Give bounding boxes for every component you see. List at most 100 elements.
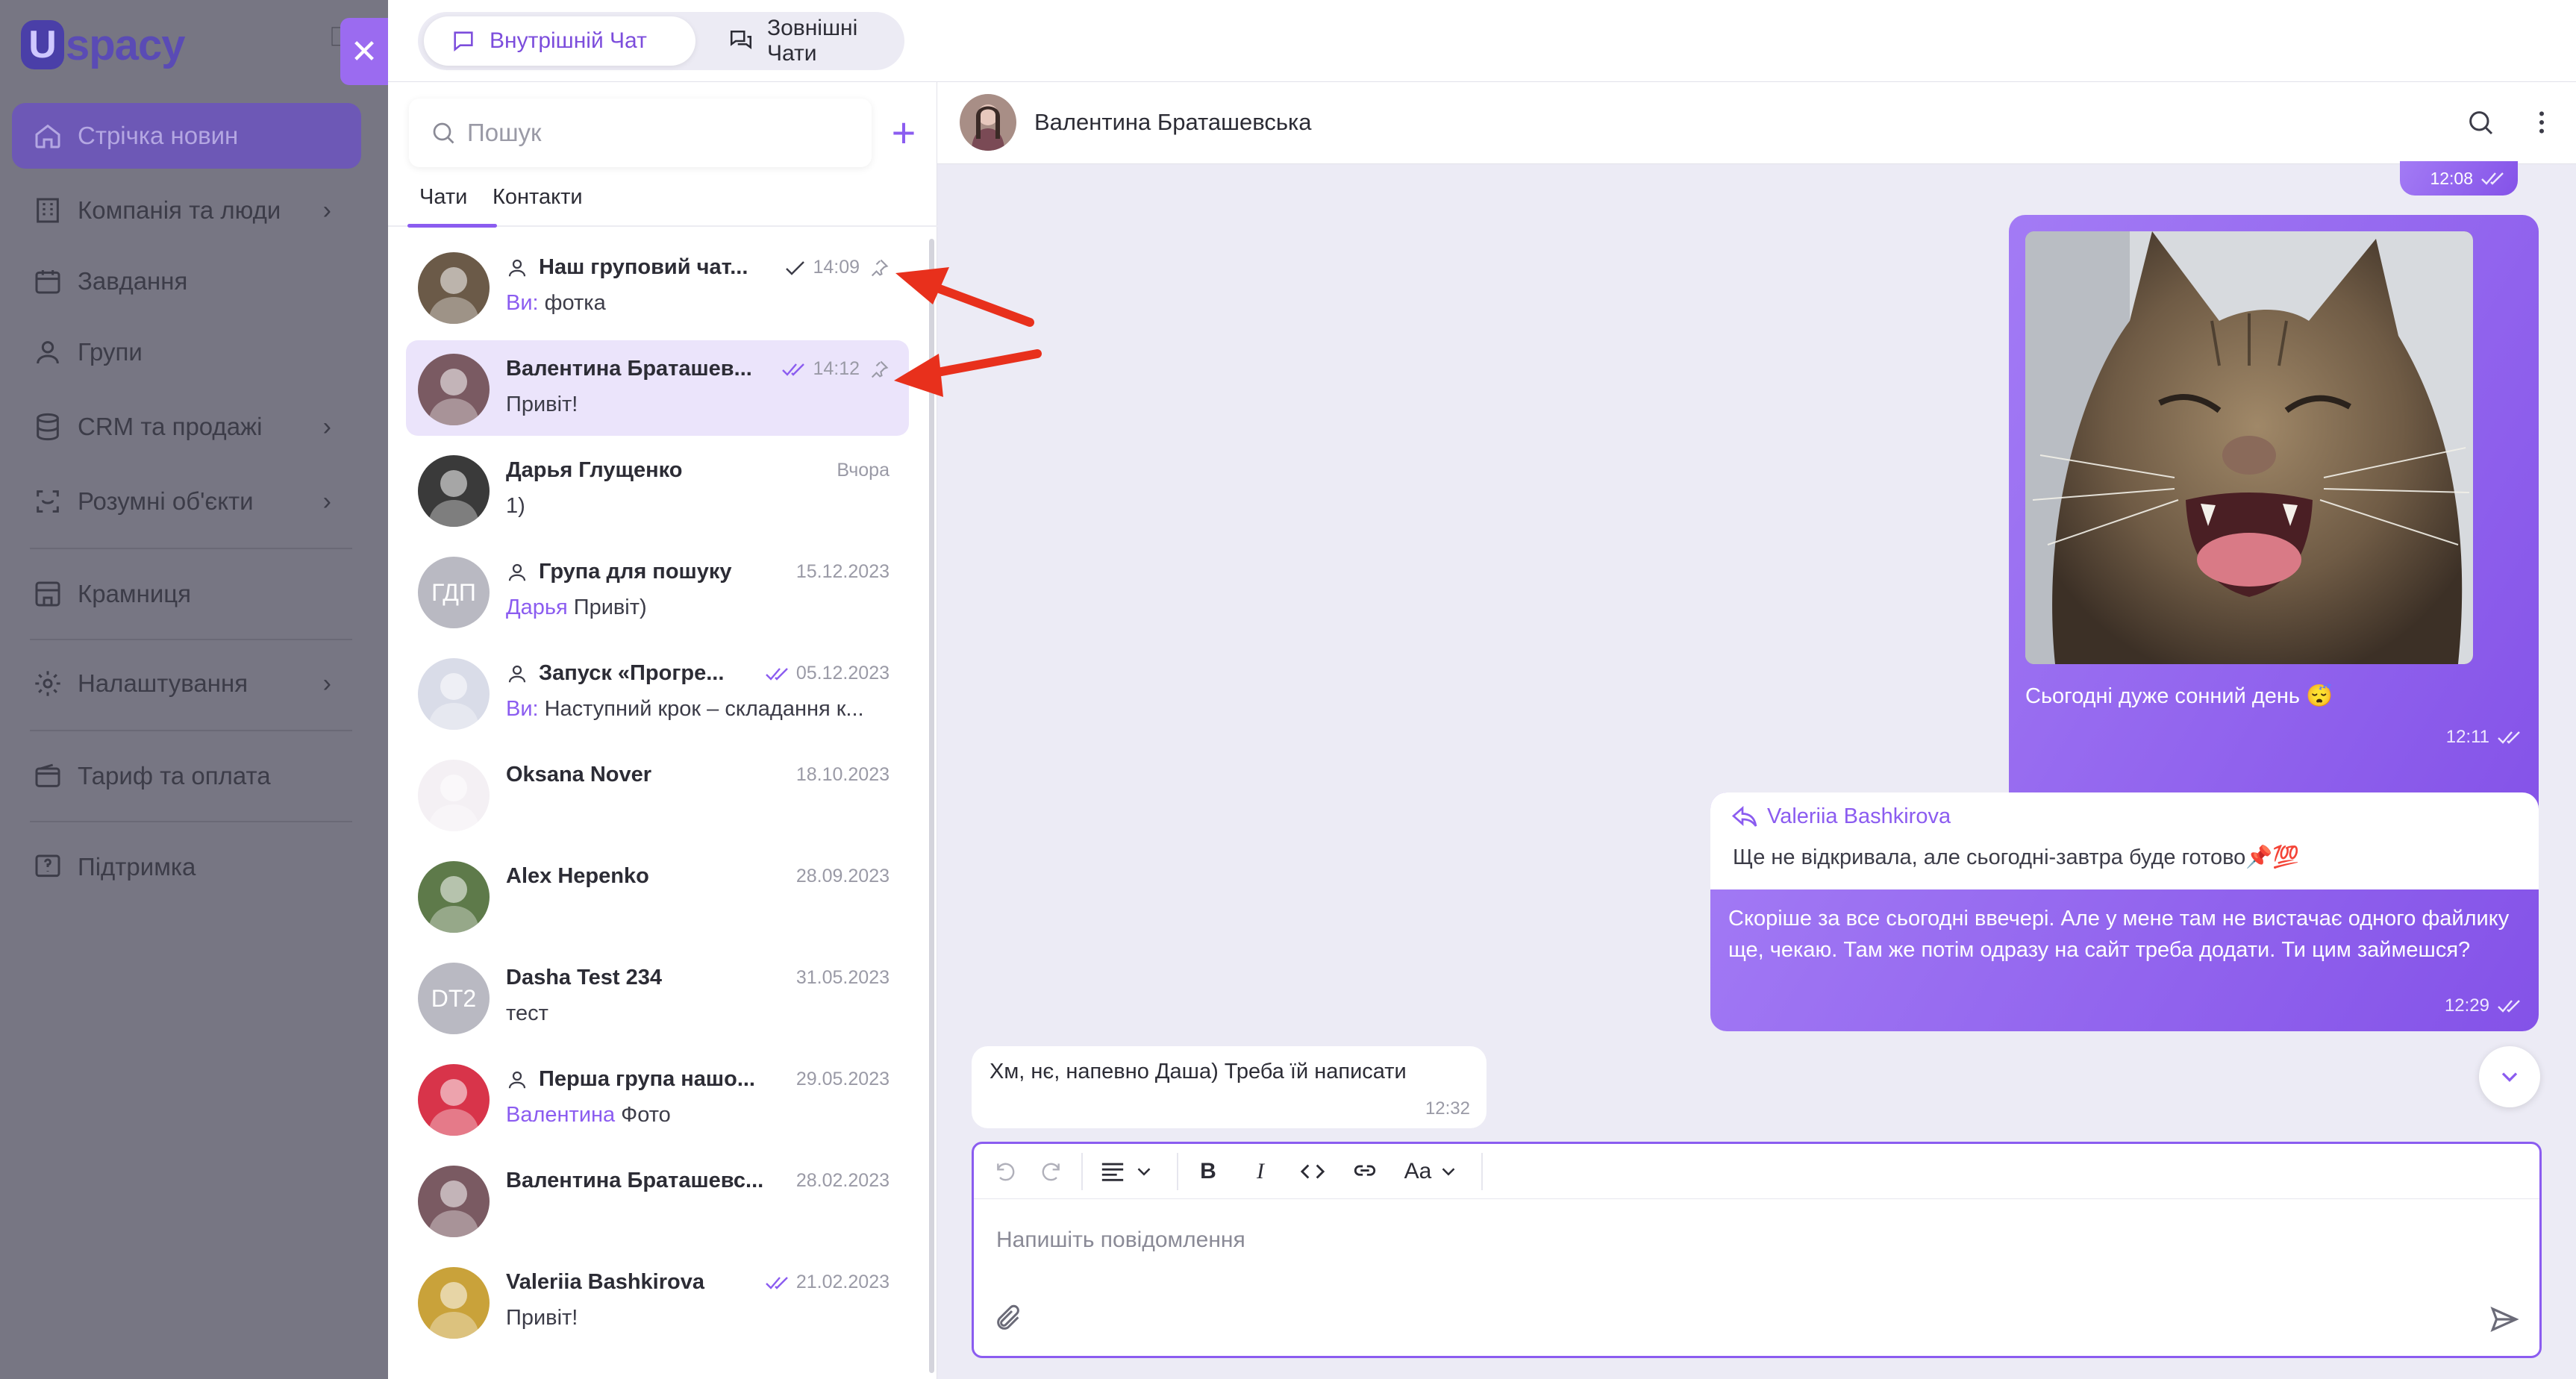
chevron-down-icon <box>1442 1167 1455 1176</box>
redo-icon[interactable] <box>1032 1149 1069 1194</box>
scroll-to-bottom-button[interactable] <box>2479 1046 2540 1107</box>
avatar <box>418 252 490 324</box>
chat-preview: Наступний крок – складання к... <box>544 697 864 721</box>
chat-list-item[interactable]: Валентина Браташевс... 28.02.2023 <box>406 1152 909 1248</box>
chat-meta: 28.09.2023 <box>796 866 890 887</box>
chat-subtabs: Чати Контакти <box>388 178 937 228</box>
app-logo[interactable]: U spacy <box>21 15 185 75</box>
chat-list-item[interactable]: DT2 Dasha Test 234 тест 31.05.2023 <box>406 949 909 1045</box>
annotation-arrow-icon <box>894 349 1042 397</box>
sidebar-item-company[interactable]: Компанія та люди › <box>12 178 361 243</box>
chat-list-item[interactable]: ГДП Група для пошуку Дарья Привіт) 15.12.202… <box>406 543 909 639</box>
wallet-icon <box>28 757 67 795</box>
divider <box>30 548 352 549</box>
align-dropdown[interactable] <box>1090 1149 1165 1194</box>
tab-internal-chat[interactable]: Внутрішній Чат <box>424 16 695 66</box>
search-input[interactable]: Пошук <box>409 98 872 167</box>
chat-meta: 31.05.2023 <box>796 967 890 989</box>
more-vertical-icon[interactable] <box>2527 104 2557 140</box>
search-icon <box>430 119 457 146</box>
chat-meta: 14:09 <box>784 257 890 278</box>
font-size-dropdown[interactable]: Aa <box>1395 1149 1469 1194</box>
tab-contacts[interactable]: Контакти <box>493 185 583 210</box>
sidebar-item-crm[interactable]: CRM та продажі › <box>12 394 361 460</box>
tab-external-chats[interactable]: Зовнішні Чати <box>701 16 900 66</box>
undo-icon[interactable] <box>987 1149 1025 1194</box>
avatar: DT2 <box>418 963 490 1034</box>
chat-list-item[interactable]: Валентина Браташев... Привіт! 14:12 <box>406 340 909 436</box>
chevron-right-icon: › <box>322 412 331 441</box>
chat-list-item[interactable]: Дарья Глущенко 1) Вчора <box>406 442 909 537</box>
chat-meta: Вчора <box>837 460 890 481</box>
chat-time: 18.10.2023 <box>795 764 890 785</box>
tab-chats[interactable]: Чати <box>419 185 467 210</box>
chat-sender: Дарья <box>506 595 568 619</box>
chat-list-item[interactable]: Alex Hepenko 28.09.2023 <box>406 848 909 943</box>
sidebar-item-smart-objects[interactable]: Розумні об'єкти › <box>12 469 361 534</box>
chat-list-item[interactable]: Oksana Nover 18.10.2023 <box>406 746 909 842</box>
message-time: 12:11 <box>2445 727 2489 747</box>
close-chat-button[interactable]: ✕ <box>340 18 388 85</box>
toolbar-divider <box>1177 1152 1178 1190</box>
chat-meta: 29.05.2023 <box>796 1069 890 1090</box>
double-check-icon <box>2497 729 2522 745</box>
message-time: 12:29 <box>2444 995 2489 1016</box>
sidebar-item-news-feed[interactable]: Стрічка новин <box>12 103 361 169</box>
chat-title-row: Валентина Браташев... <box>506 357 752 381</box>
bold-button[interactable]: B <box>1186 1149 1231 1194</box>
group-icon <box>506 561 528 584</box>
sidebar-item-billing[interactable]: Тариф та оплата <box>12 743 361 809</box>
message-input-placeholder[interactable]: Напишіть повідомлення <box>996 1228 1245 1253</box>
image-caption: Сьогодні дуже сонний день 😴 <box>2025 684 2333 708</box>
chat-meta: 05.12.2023 <box>765 663 890 684</box>
search-icon[interactable] <box>2466 107 2495 137</box>
sidebar-item-label: Завдання <box>78 267 188 295</box>
align-icon <box>1101 1163 1124 1181</box>
send-icon[interactable] <box>2489 1304 2520 1335</box>
link-icon[interactable] <box>1342 1149 1387 1194</box>
quoted-message[interactable]: Valeriia Bashkirova Ще не відкривала, ал… <box>1710 792 2539 889</box>
chat-list-item[interactable]: Перша група нашо... Валентина Фото 29.05.20… <box>406 1051 909 1146</box>
conversation-panel: Валентина Браташевська 12:08 Сьогодні ду… <box>937 82 2576 1379</box>
chat-title-row: Валентина Браташевс... <box>506 1169 763 1193</box>
chat-sender: Ви: <box>506 697 539 721</box>
toolbar-divider <box>1481 1152 1483 1190</box>
chat-preview: Привіт) <box>573 595 647 619</box>
new-chat-button[interactable]: + <box>878 106 930 158</box>
sidebar-item-label: Групи <box>78 338 143 366</box>
italic-button[interactable]: I <box>1238 1149 1283 1194</box>
chat-preview: Привіт! <box>506 1306 578 1330</box>
chat-list-item[interactable]: Valeriia Bashkirova Привіт! 21.02.2023 <box>406 1254 909 1349</box>
group-icon <box>506 663 528 685</box>
message-bubble-image[interactable]: Сьогодні дуже сонний день 😴 12:11 💯 1 😻 … <box>2009 215 2539 857</box>
chat-preview-row: Привіт! <box>506 393 578 417</box>
contact-name[interactable]: Валентина Браташевська <box>1034 109 1311 136</box>
database-icon <box>28 407 67 446</box>
double-check-icon <box>2480 170 2506 187</box>
sidebar-item-settings[interactable]: Налаштування › <box>12 651 361 716</box>
logo-text: spacy <box>66 20 185 69</box>
sidebar-item-label: Стрічка новин <box>78 122 239 149</box>
chat-time: 31.05.2023 <box>795 967 890 988</box>
chat-time: 21.02.2023 <box>795 1272 890 1292</box>
message-bubble-incoming[interactable]: Хм, нє, напевно Даша) Треба їй написати … <box>972 1046 1486 1128</box>
avatar <box>418 658 490 730</box>
cat-photo[interactable] <box>2025 231 2473 664</box>
paperclip-icon[interactable] <box>993 1304 1023 1333</box>
message-time-row: 12:11 <box>2446 727 2522 748</box>
message-composer[interactable]: B I Aa Напишіть повідомлення <box>972 1142 2542 1358</box>
message-bubble-reply[interactable]: Valeriia Bashkirova Ще не відкривала, ал… <box>1710 792 2539 1031</box>
chats-icon <box>728 28 754 54</box>
chevron-down-icon <box>2501 1072 2518 1082</box>
sidebar-item-store[interactable]: Крамниця <box>12 561 361 627</box>
sidebar-item-groups[interactable]: Групи <box>12 319 361 385</box>
message-bubble-outgoing[interactable]: 12:08 <box>2400 161 2518 196</box>
chat-list-item[interactable]: Запуск «Прогре... Ви: Наступний крок – скл… <box>406 645 909 740</box>
code-icon[interactable] <box>1290 1149 1335 1194</box>
chat-list-item[interactable]: Наш груповий чат... Ви: фотка 14:09 <box>406 239 909 334</box>
smart-object-icon <box>28 482 67 521</box>
sidebar-item-tasks[interactable]: Завдання <box>12 248 361 314</box>
avatar[interactable] <box>960 94 1016 151</box>
sidebar-item-label: Компанія та люди <box>78 196 281 224</box>
sidebar-item-support[interactable]: Підтримка <box>12 834 361 900</box>
